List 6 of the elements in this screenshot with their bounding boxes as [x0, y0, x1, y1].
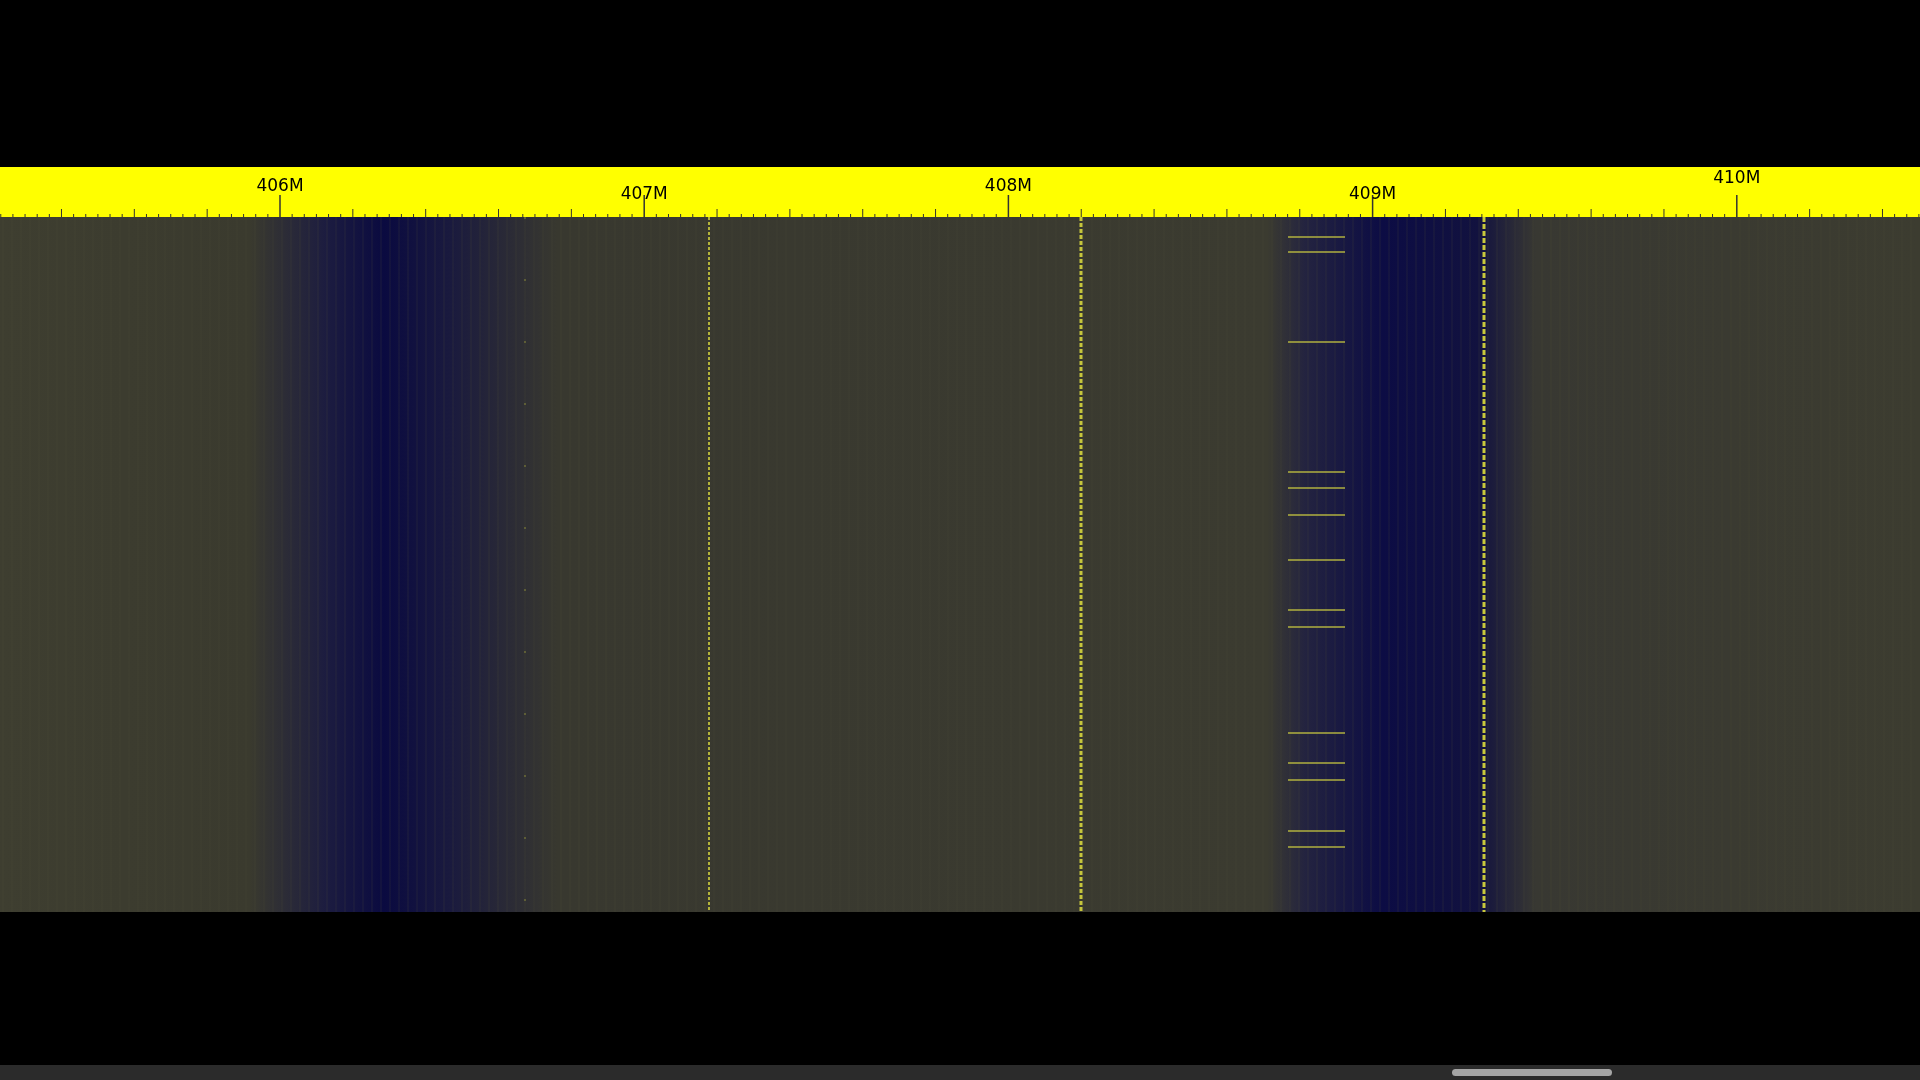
frequency-label: 407M — [620, 185, 668, 202]
frequency-label: 409M — [1349, 185, 1397, 202]
frequency-label: 410M — [1713, 169, 1761, 186]
scrollbar-thumb[interactable] — [1452, 1069, 1612, 1076]
frequency-label: 408M — [984, 177, 1032, 194]
frequency-label: 406M — [256, 177, 304, 194]
